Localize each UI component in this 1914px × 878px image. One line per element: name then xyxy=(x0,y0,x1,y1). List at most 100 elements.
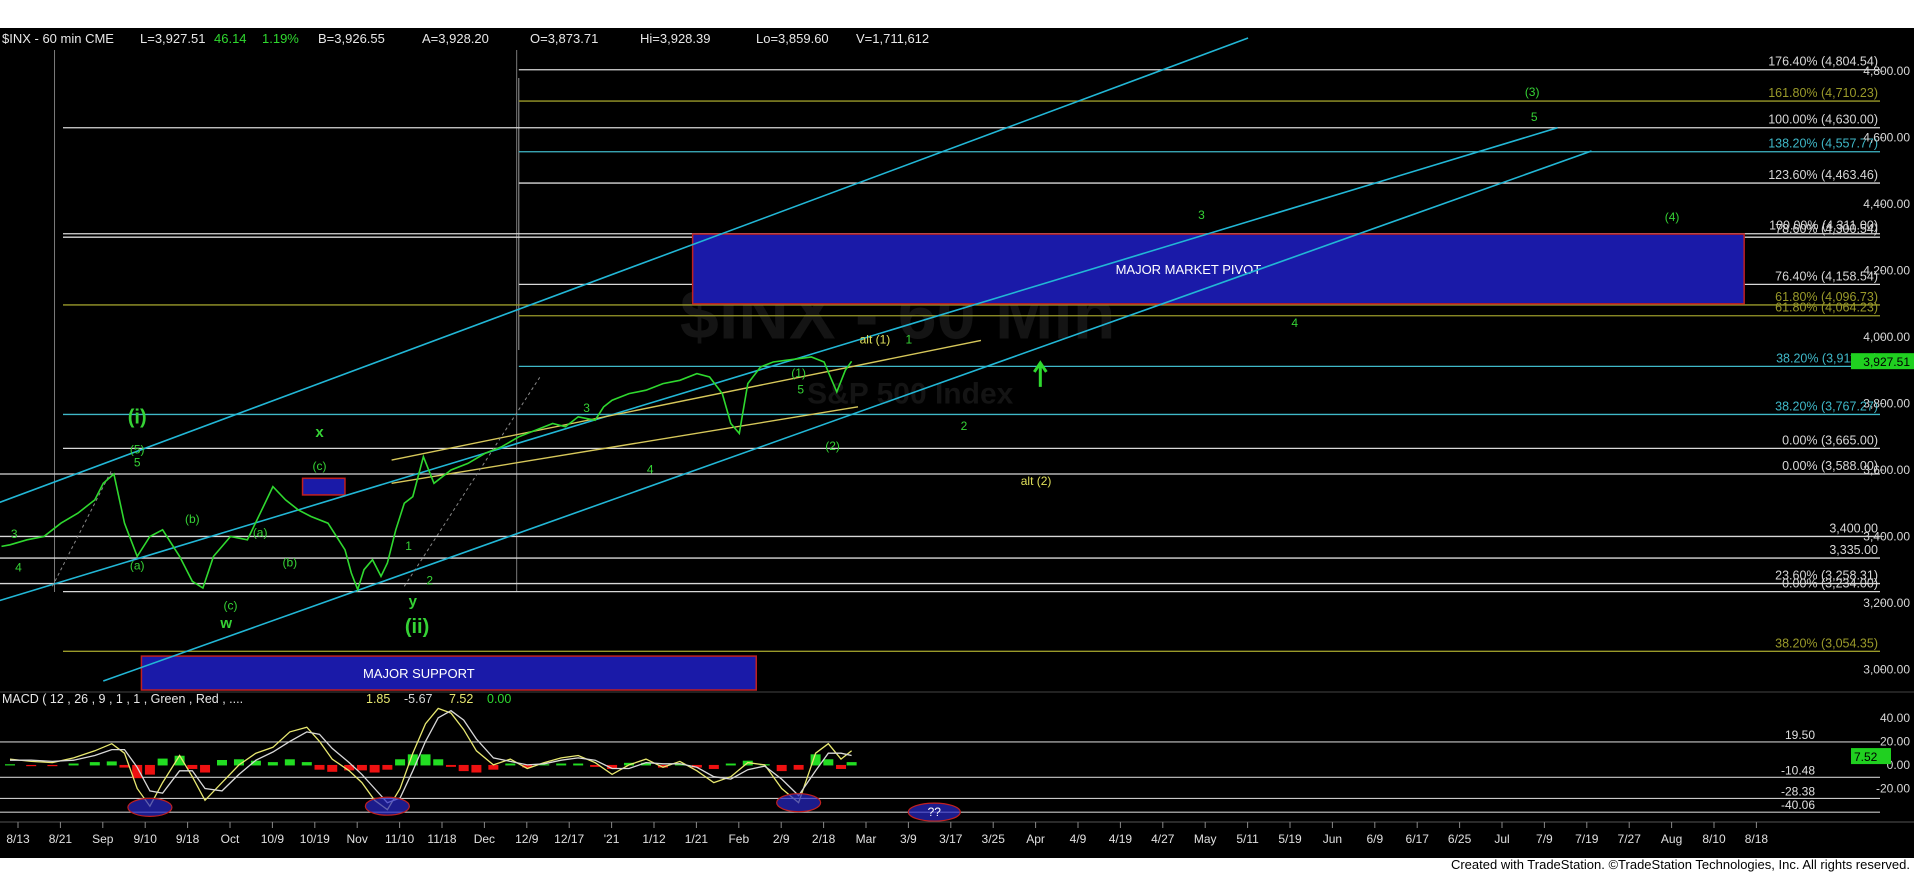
wave-label: 4 xyxy=(1291,316,1298,330)
fib-label: 38.20% (3,054.35) xyxy=(1775,636,1878,650)
macd-histogram-bar xyxy=(26,764,37,767)
x-tick-label: 9/10 xyxy=(134,832,158,846)
macd-histogram-bar xyxy=(846,762,857,766)
macd-low-marker xyxy=(776,793,822,813)
x-tick-label: 6/25 xyxy=(1448,832,1472,846)
macd-histogram-bar xyxy=(301,762,312,766)
macd-histogram-bar xyxy=(823,759,834,766)
y-tick-label: 4,800.00 xyxy=(1863,64,1910,78)
x-tick-label: 4/19 xyxy=(1109,832,1133,846)
macd-y-tick: -20.00 xyxy=(1876,782,1910,796)
macd-histogram-bar xyxy=(356,764,367,771)
fib-label: 0.00% (3,234.00) xyxy=(1782,577,1878,591)
macd-histogram-bar xyxy=(836,764,847,769)
wave-label: x xyxy=(315,424,324,441)
wave-label: 3 xyxy=(1198,208,1205,222)
header-ask: A=3,928.20 xyxy=(422,31,489,46)
x-tick-label: Jul xyxy=(1494,832,1509,846)
x-tick-label: '21 xyxy=(604,832,620,846)
wave-label: (2) xyxy=(825,439,840,453)
chart-svg: $INX - 60 min CME L=3,927.51 46.14 1.19% B=3… xyxy=(0,0,1914,873)
chart-area[interactable]: $INX - 60 min CME L=3,927.51 46.14 1.19% B=3… xyxy=(0,0,1914,873)
macd-histogram-bar xyxy=(200,764,211,773)
zone-label: MAJOR MARKET PIVOT xyxy=(1116,262,1262,277)
macd-histogram-bar xyxy=(369,764,380,773)
wave-label: (3) xyxy=(1525,85,1540,99)
macd-histogram-bar xyxy=(314,764,325,770)
x-tick-label: 12/9 xyxy=(515,832,539,846)
macd-histogram-bar xyxy=(573,763,584,766)
wave-label: 5 xyxy=(1531,110,1538,124)
fib-label: 123.60% (4,463.46) xyxy=(1768,168,1878,182)
macd-y-tick: 40.00 xyxy=(1880,711,1910,725)
y-tick-label: 3,400.00 xyxy=(1863,529,1910,543)
macd-histogram-bar xyxy=(725,763,736,766)
wave-label: 3 xyxy=(583,401,590,415)
y-tick-label: 4,200.00 xyxy=(1863,264,1910,278)
chart-header: $INX - 60 min CME L=3,927.51 46.14 1.19% B=3… xyxy=(2,31,929,46)
x-tick-label: 2/9 xyxy=(773,832,790,846)
zone-box xyxy=(301,477,346,496)
wave-label: alt (2) xyxy=(1021,474,1052,488)
header-volume: V=1,711,612 xyxy=(856,31,929,46)
wave-label: (1) xyxy=(791,366,806,380)
wave-label: (i) xyxy=(128,406,147,428)
x-tick-label: 3/17 xyxy=(939,832,963,846)
wave-label: 1 xyxy=(405,539,412,553)
wave-label: (a) xyxy=(130,559,145,573)
fib-label: 100.00% (4,630.00) xyxy=(1768,113,1878,127)
x-tick-label: Aug xyxy=(1661,832,1682,846)
x-tick-label: 8/18 xyxy=(1745,832,1769,846)
x-tick-label: 8/13 xyxy=(6,832,30,846)
macd-level-label: -28.38 xyxy=(1781,784,1815,798)
x-tick-label: 7/27 xyxy=(1618,832,1642,846)
macd-level-label: -40.06 xyxy=(1781,798,1815,812)
x-tick-label: Apr xyxy=(1026,832,1045,846)
wave-label: 4 xyxy=(647,462,654,476)
fib-label: 3,335.00 xyxy=(1829,543,1878,557)
y-tick-label: 4,400.00 xyxy=(1863,197,1910,211)
x-tick-label: Feb xyxy=(728,832,749,846)
credit-text: Created with TradeStation. ©TradeStation… xyxy=(1450,857,1910,872)
wave-label: 1 xyxy=(906,333,913,347)
wave-label: (b) xyxy=(283,555,298,569)
wave-label: (c) xyxy=(223,599,237,613)
macd-histogram-bar xyxy=(68,763,79,766)
x-tick-label: 8/10 xyxy=(1702,832,1726,846)
macd-histogram-bar xyxy=(284,759,295,766)
fib-label: 0.00% (3,665.00) xyxy=(1782,433,1878,447)
wave-label: alt (1) xyxy=(860,333,891,347)
macd-histogram-bar xyxy=(433,759,444,766)
macd-histogram-bar xyxy=(793,764,804,770)
x-tick-label: 4/27 xyxy=(1151,832,1175,846)
y-tick-label: 3,600.00 xyxy=(1863,463,1910,477)
x-tick-label: May xyxy=(1194,832,1217,846)
macd-histogram-bar xyxy=(157,758,168,766)
macd-level-label: -10.48 xyxy=(1781,763,1815,777)
x-tick-label: 9/18 xyxy=(176,832,200,846)
macd-low-marker xyxy=(127,797,173,817)
header-change-pct: 1.19% xyxy=(262,31,299,46)
macd-histogram-bar xyxy=(267,762,278,766)
wave-label: w xyxy=(219,615,232,632)
macd-callout: ?? xyxy=(928,805,942,819)
x-tick-label: 11/18 xyxy=(427,832,456,846)
macd-histogram-bar xyxy=(5,764,15,766)
x-tick-label: 3/25 xyxy=(982,832,1006,846)
macd-histogram-bar xyxy=(420,754,431,766)
x-tick-label: 6/17 xyxy=(1406,832,1430,846)
y-tick-label: 4,600.00 xyxy=(1863,131,1910,145)
macd-histogram-bar xyxy=(217,759,227,766)
wave-label: 2 xyxy=(961,419,968,433)
header-last: L=3,927.51 xyxy=(140,31,205,46)
wave-label: (ii) xyxy=(405,616,429,638)
macd-histogram-bar xyxy=(89,762,100,766)
macd-histogram-bar xyxy=(776,764,787,772)
x-tick-label: Dec xyxy=(474,832,495,846)
wave-label: (c) xyxy=(313,459,327,473)
y-tick-label: 3,800.00 xyxy=(1863,397,1910,411)
x-tick-label: 8/21 xyxy=(49,832,73,846)
macd-title: MACD ( 12 , 26 , 9 , 1 , 1 , Green , Red… xyxy=(2,692,243,706)
macd-histogram-bar xyxy=(488,764,499,770)
macd-histogram-bar xyxy=(327,764,338,772)
